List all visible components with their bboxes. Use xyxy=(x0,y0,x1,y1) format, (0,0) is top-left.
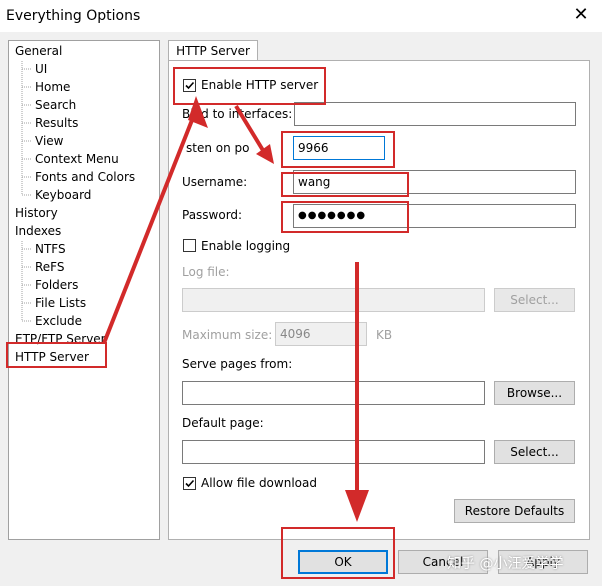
annotation-box-port xyxy=(281,131,395,168)
window-title: Everything Options xyxy=(6,8,141,24)
maximum-size-input[interactable]: 4096 xyxy=(275,322,367,346)
default-page-input[interactable] xyxy=(182,440,485,464)
tree-item-ntfs[interactable]: NTFS xyxy=(35,240,66,258)
tree-item-folders[interactable]: Folders xyxy=(35,276,78,294)
username-label: Username: xyxy=(182,175,248,189)
tree-item-keyboard[interactable]: Keyboard xyxy=(35,186,91,204)
enable-logging-label: Enable logging xyxy=(201,239,291,253)
serve-pages-label: Serve pages from: xyxy=(182,357,293,371)
annotation-box-password xyxy=(281,201,409,233)
annotation-box-username xyxy=(281,172,409,197)
tree-item-general[interactable]: General xyxy=(15,42,62,60)
log-file-input[interactable] xyxy=(182,288,485,312)
watermark: 知乎 @小汪爱学学 xyxy=(447,556,564,572)
tree-item-refs[interactable]: ReFS xyxy=(35,258,65,276)
restore-defaults-button[interactable]: Restore Defaults xyxy=(454,499,575,523)
tree-item-search[interactable]: Search xyxy=(35,96,76,114)
tree-item-view[interactable]: View xyxy=(35,132,63,150)
tab-http-server[interactable]: HTTP Server xyxy=(168,40,258,61)
default-page-label: Default page: xyxy=(182,416,264,430)
tree-lines xyxy=(21,61,31,322)
tree-item-indexes[interactable]: Indexes xyxy=(15,222,61,240)
close-icon[interactable]: ✕ xyxy=(570,4,592,26)
log-file-label: Log file: xyxy=(182,265,230,279)
tree-item-ui[interactable]: UI xyxy=(35,60,47,78)
maximum-size-label: Maximum size: xyxy=(182,328,273,342)
annotation-box-enable xyxy=(173,67,326,105)
tree-item-history[interactable]: History xyxy=(15,204,58,222)
allow-download-checkbox[interactable] xyxy=(183,477,196,490)
default-page-select-button[interactable]: Select... xyxy=(494,440,575,464)
bind-interfaces-label: Bind to interfaces: xyxy=(182,107,293,121)
annotation-box-http-tree xyxy=(6,342,107,368)
log-file-select-button[interactable]: Select... xyxy=(494,288,575,312)
maximum-size-unit: KB xyxy=(376,328,393,342)
tree-item-fonts-and-colors[interactable]: Fonts and Colors xyxy=(35,168,135,186)
tree-item-context-menu[interactable]: Context Menu xyxy=(35,150,119,168)
browse-button[interactable]: Browse... xyxy=(494,381,575,405)
tree-item-results[interactable]: Results xyxy=(35,114,78,132)
allow-download-label: Allow file download xyxy=(201,476,317,490)
enable-logging-checkbox[interactable] xyxy=(183,239,196,252)
tree-item-exclude[interactable]: Exclude xyxy=(35,312,82,330)
bind-interfaces-input[interactable] xyxy=(294,102,576,126)
password-label: Password: xyxy=(182,208,243,222)
check-icon xyxy=(185,479,195,488)
options-tree[interactable]: General UI Home Search Results View Cont… xyxy=(8,40,160,540)
tree-item-file-lists[interactable]: File Lists xyxy=(35,294,86,312)
listen-port-label: sten on po xyxy=(186,141,250,155)
title-bar: Everything Options ✕ xyxy=(0,0,602,32)
annotation-box-ok xyxy=(281,527,395,579)
serve-pages-input[interactable] xyxy=(182,381,485,405)
tree-item-home[interactable]: Home xyxy=(35,78,70,96)
